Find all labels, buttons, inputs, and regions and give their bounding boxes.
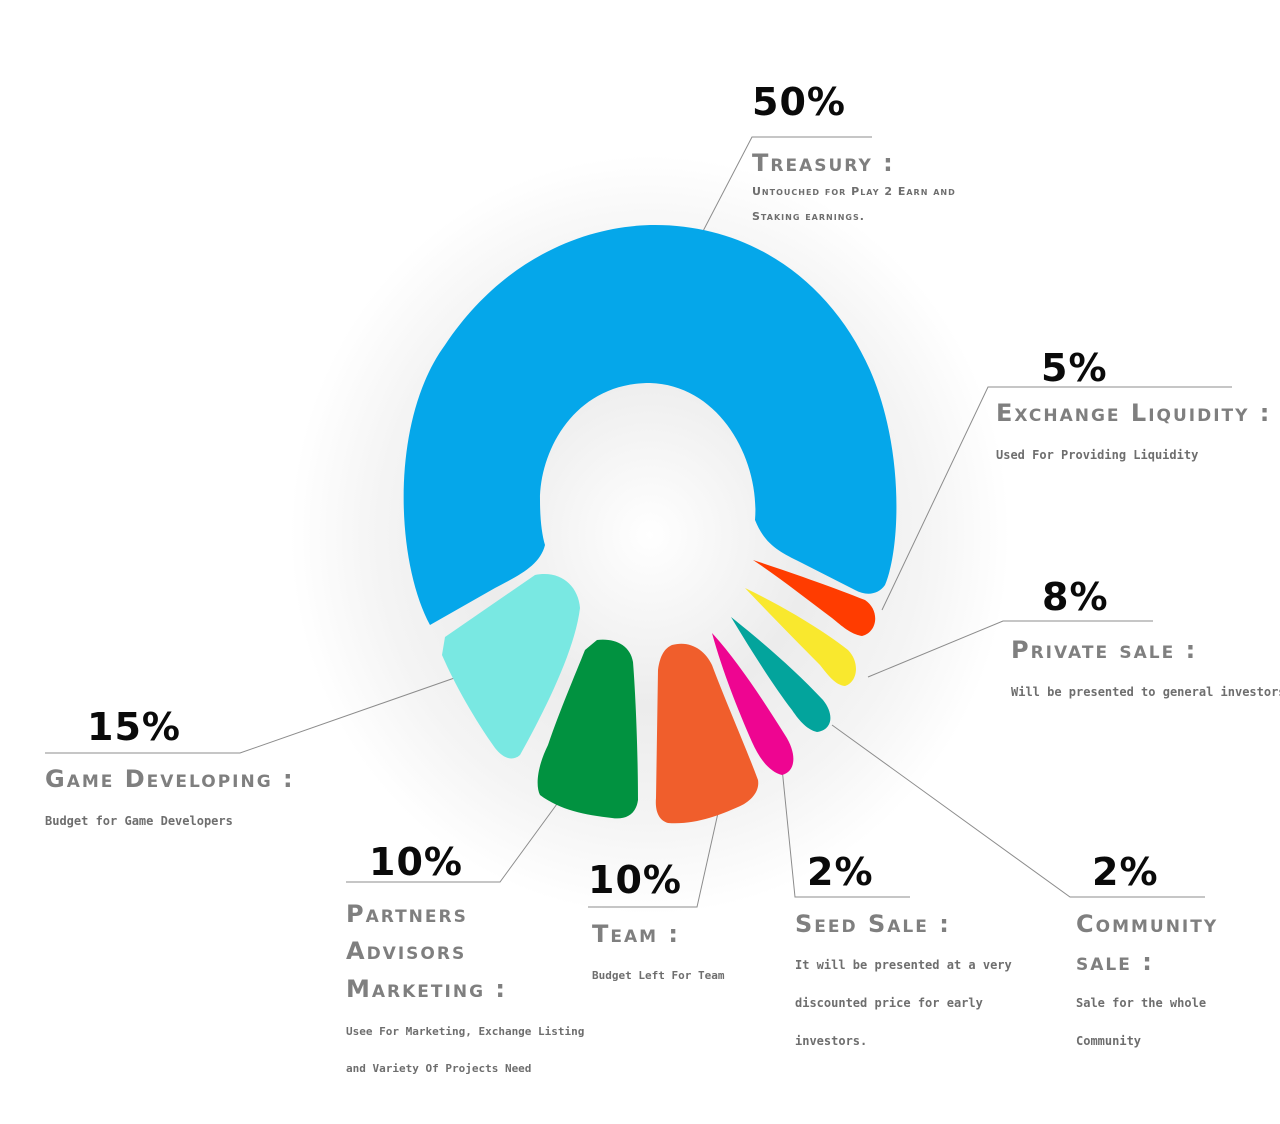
seed-sale-desc-line-1: It will be presented at a very — [795, 958, 1012, 972]
partners-title-line-1: Partners — [346, 900, 468, 928]
partners-title-line-2: Advisors — [346, 937, 467, 965]
community-sale-desc-line-2: Community — [1076, 1034, 1142, 1048]
private-sale-desc: Will be presented to general investors — [1011, 685, 1280, 699]
partners-percent: 10% — [369, 840, 463, 884]
team-percent: 10% — [588, 858, 682, 902]
partners-desc-line-2: and Variety Of Projects Need — [346, 1062, 532, 1075]
team-title: Team : — [592, 920, 681, 948]
exchange-liquidity-desc: Used For Providing Liquidity — [996, 448, 1199, 462]
seed-sale-percent: 2% — [807, 850, 874, 894]
private-sale-title: Private sale : — [1011, 636, 1198, 664]
partners-title-line-3: Marketing : — [346, 975, 507, 1003]
treasury-title: Treasury : — [752, 149, 895, 177]
community-sale-percent: 2% — [1092, 850, 1159, 894]
game-developing-percent: 15% — [87, 705, 181, 749]
seed-sale-desc-line-3: investors. — [795, 1034, 868, 1048]
seed-sale-title: Seed Sale : — [795, 910, 951, 938]
game-developing-desc: Budget for Game Developers — [45, 814, 233, 828]
community-sale-title-line-1: Community — [1076, 910, 1219, 938]
treasury-desc-line-1: Untouched for Play 2 Earn and — [752, 185, 956, 198]
team-desc: Budget Left For Team — [592, 969, 725, 982]
treasury-percent: 50% — [752, 80, 846, 124]
game-developing-title: Game Developing : — [45, 765, 295, 793]
partners-desc-line-1: Usee For Marketing, Exchange Listing — [346, 1025, 585, 1038]
community-sale-desc-line-1: Sale for the whole — [1076, 996, 1207, 1010]
exchange-liquidity-percent: 5% — [1041, 346, 1108, 390]
treasury-desc-line-2: Staking earnings. — [752, 210, 865, 223]
community-sale-title-line-2: sale : — [1076, 948, 1154, 976]
seed-sale-desc-line-2: discounted price for early — [795, 996, 983, 1010]
exchange-liquidity-title: Exchange Liquidity : — [996, 399, 1272, 427]
private-sale-percent: 8% — [1042, 575, 1109, 619]
